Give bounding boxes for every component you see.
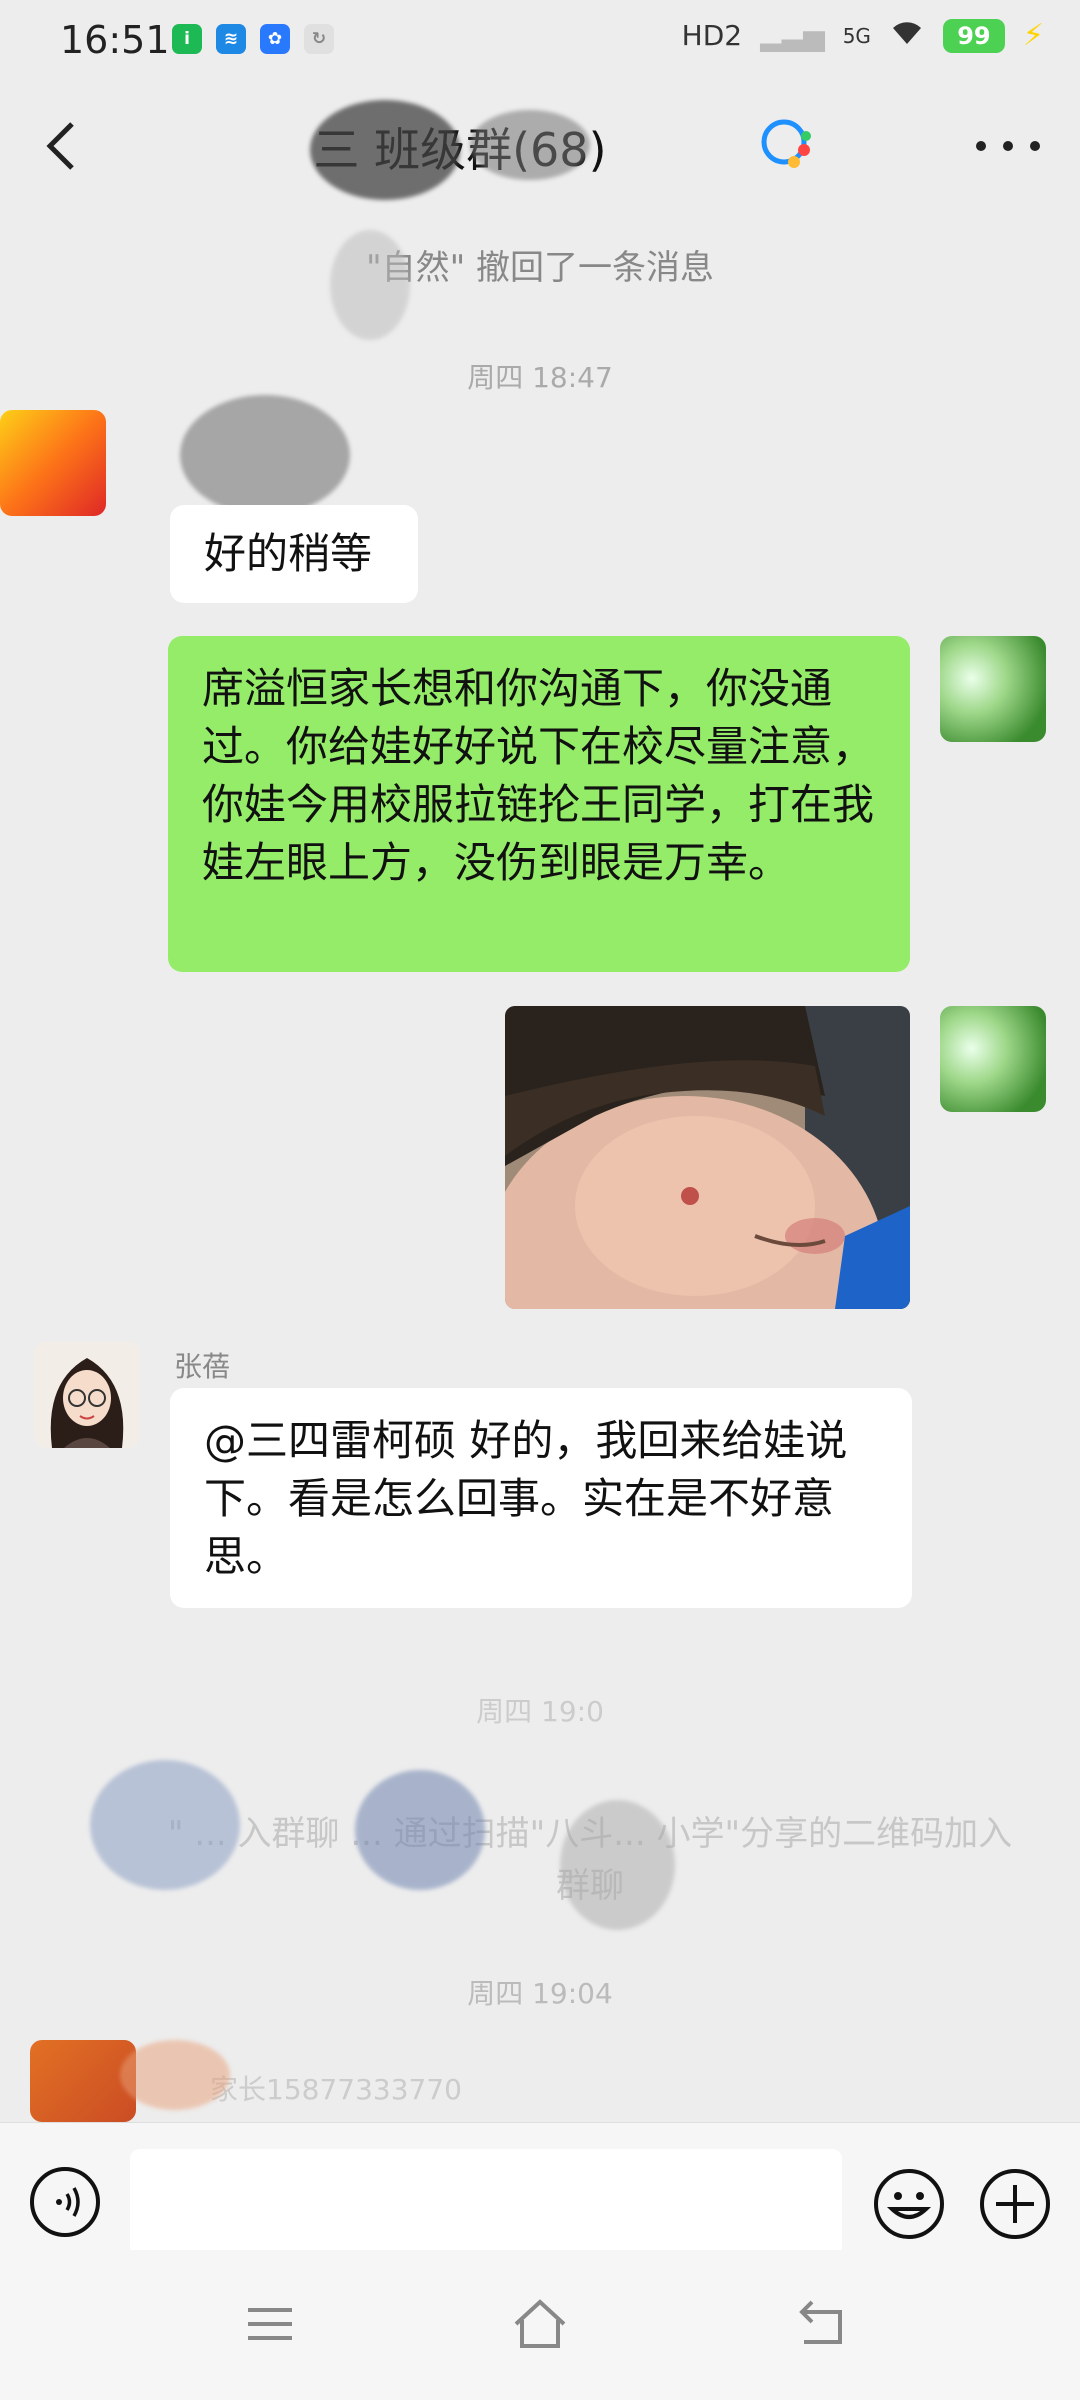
battery-icon: 99 — [942, 18, 1005, 53]
status-bar: 16:51 i ≋ ✿ ↻ HD2 ▂▃▅ 5G 99 ⚡ — [0, 0, 1080, 84]
redaction-scribble — [310, 100, 460, 200]
message-text: 席溢恒家长想和你沟通下，你没通过。你给娃好好说下在校尽量注意，你娃今用校服拉链抡… — [202, 664, 875, 887]
message-text: @三四雷柯硕 好的，我回来给娃说下。看是怎么回事。实在是不好意思。 — [204, 1416, 848, 1581]
back-nav-icon[interactable] — [790, 2294, 850, 2354]
menu-icon[interactable] — [240, 2294, 300, 2354]
sender-name: 张蓓 — [174, 1350, 231, 1383]
message-bubble[interactable]: 好的稍等 — [170, 505, 418, 603]
wifi-icon — [889, 18, 925, 53]
avatar[interactable] — [0, 410, 106, 516]
message-bubble[interactable]: 席溢恒家长想和你沟通下，你没通过。你给娃好好说下在校尽量注意，你娃今用校服拉链抡… — [168, 636, 910, 972]
back-arrow-icon[interactable] — [32, 116, 92, 176]
sync-icon: ↻ — [304, 24, 334, 54]
group-chat-icon[interactable] — [756, 114, 816, 174]
input-bar — [0, 2122, 1080, 2257]
timestamp: 周四 19:04 — [467, 1977, 613, 2010]
sender-name: 家长15877333770 — [210, 2073, 462, 2106]
status-right: HD2 ▂▃▅ 5G 99 ⚡ — [682, 18, 1044, 53]
message-text: 好的稍等 — [204, 529, 373, 578]
signal-weak-icon: ▂▃▅ — [760, 19, 825, 52]
hd-icon: HD2 — [681, 19, 743, 52]
notification-icons: i ≋ ✿ ↻ — [172, 24, 334, 54]
message-bubble[interactable]: @三四雷柯硕 好的，我回来给娃说下。看是怎么回事。实在是不好意思。 — [170, 1388, 912, 1608]
redaction-scribble — [90, 1760, 240, 1890]
network-label: 5G — [842, 23, 871, 48]
avatar[interactable] — [34, 1342, 140, 1448]
timestamp: 周四 19:0 — [476, 1695, 604, 1728]
home-icon[interactable] — [510, 2294, 570, 2354]
plus-icon[interactable] — [978, 2167, 1052, 2241]
redaction-scribble — [120, 2040, 230, 2110]
system-nav-bar — [0, 2250, 1080, 2400]
status-time: 16:51 — [60, 18, 170, 62]
more-dots-icon[interactable] — [976, 116, 1040, 176]
timestamp: 周四 18:47 — [467, 361, 613, 394]
charging-icon: ⚡ — [1022, 18, 1044, 53]
iqiyi-app-icon: i — [172, 24, 202, 54]
avatar[interactable] — [940, 1006, 1046, 1112]
signal-app-icon: ≋ — [216, 24, 246, 54]
baidu-app-icon: ✿ — [260, 24, 290, 54]
emoji-icon[interactable] — [872, 2167, 946, 2241]
redaction-scribble — [470, 110, 590, 180]
redaction-scribble — [180, 395, 350, 515]
redaction-scribble — [355, 1770, 485, 1890]
redaction-scribble — [330, 230, 410, 340]
redaction-scribble — [560, 1800, 675, 1930]
avatar[interactable] — [940, 636, 1046, 742]
photo-message[interactable] — [505, 1006, 910, 1309]
message-input[interactable] — [130, 2149, 842, 2257]
recall-notice: "自然" 撤回了一条消息 — [365, 248, 715, 288]
voice-icon[interactable] — [30, 2167, 100, 2237]
chat-title: 三 班级群(68) — [313, 123, 607, 177]
